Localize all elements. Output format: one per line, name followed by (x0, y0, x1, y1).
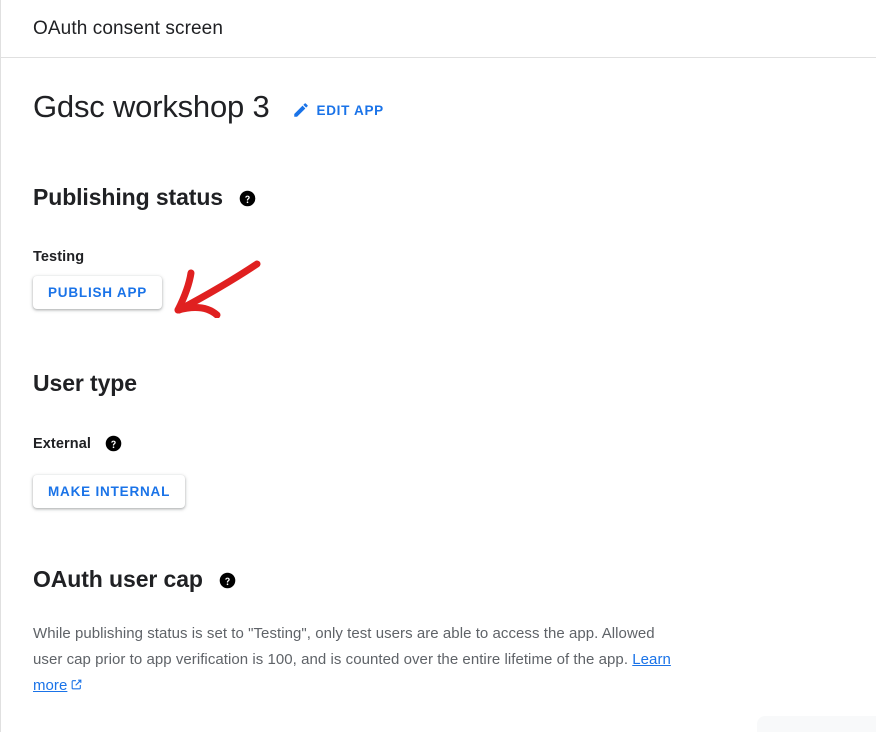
external-link-icon[interactable] (70, 678, 83, 691)
oauth-user-cap-heading: OAuth user cap (33, 566, 203, 592)
user-type-value: External (33, 435, 92, 452)
main-content: Gdsc workshop 3 EDIT APP Publishing stat… (1, 58, 876, 699)
user-type-value-row: External (33, 435, 844, 452)
oauth-user-cap-description: While publishing status is set to "Testi… (33, 621, 679, 699)
app-name: Gdsc workshop 3 (33, 89, 270, 124)
help-circle-icon[interactable] (219, 572, 236, 589)
make-internal-button-wrap: MAKE INTERNAL (33, 475, 844, 508)
publish-app-button-wrap: PUBLISH APP (33, 276, 844, 309)
help-circle-icon[interactable] (105, 435, 122, 452)
edit-app-button[interactable]: EDIT APP (292, 101, 384, 119)
user-type-heading: User type (33, 370, 137, 396)
page-header-bar: OAuth consent screen (1, 0, 876, 58)
publishing-status-value: Testing (33, 249, 85, 265)
make-internal-button[interactable]: MAKE INTERNAL (33, 475, 186, 508)
section-oauth-user-cap: OAuth user cap While publishing status i… (33, 565, 844, 699)
publishing-status-heading: Publishing status (33, 184, 223, 210)
section-user-type: User type External MAKE INTERNAL (33, 369, 844, 508)
oauth-user-cap-description-text: While publishing status is set to "Testi… (33, 625, 655, 668)
publish-app-button[interactable]: PUBLISH APP (33, 276, 163, 309)
pencil-icon (292, 101, 310, 119)
page-title: OAuth consent screen (33, 18, 223, 39)
oauth-user-cap-heading-row: OAuth user cap (33, 565, 844, 593)
section-publishing-status: Publishing status Testing PUBLISH APP (33, 183, 844, 309)
help-circle-icon[interactable] (239, 190, 256, 207)
publishing-status-heading-row: Publishing status (33, 183, 844, 211)
bottom-panel-edge (757, 716, 876, 732)
oauth-consent-screen-page: OAuth consent screen Gdsc workshop 3 EDI… (0, 0, 876, 732)
user-type-heading-row: User type (33, 369, 844, 397)
app-title-row: Gdsc workshop 3 EDIT APP (33, 58, 844, 125)
edit-app-label: EDIT APP (316, 102, 384, 118)
